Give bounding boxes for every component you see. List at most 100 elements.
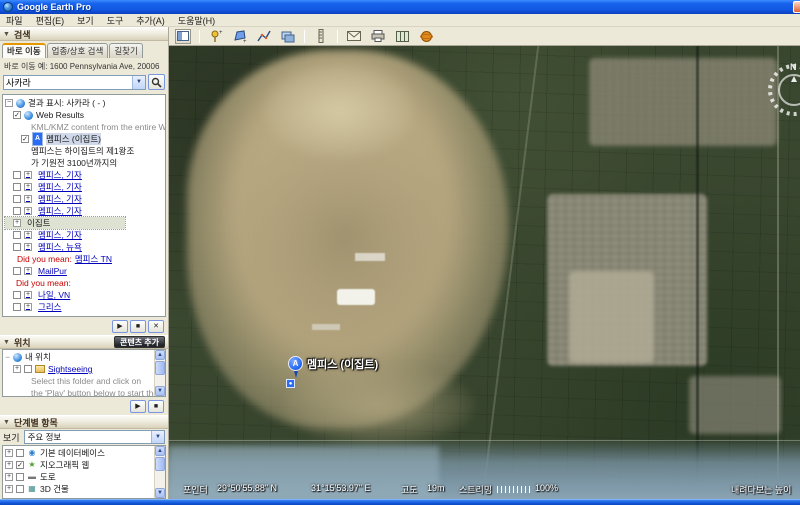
menu-item[interactable]: 도움말(H) [178, 14, 215, 27]
web-results-checkbox[interactable] [13, 111, 21, 119]
expander-icon[interactable]: + [24, 195, 32, 203]
result-label[interactable]: 멤피스, 뉴욕 [38, 241, 82, 253]
search-tab[interactable]: 길찾기 [109, 43, 143, 58]
view-in-google-maps-icon[interactable] [394, 29, 410, 44]
expander-icon[interactable]: + [24, 171, 32, 179]
add-path-icon[interactable] [256, 29, 272, 44]
layers-view-select[interactable]: 주요 정보 ▼ [23, 430, 165, 444]
menu-item[interactable]: 파일 [6, 14, 23, 27]
layer-checkbox[interactable] [16, 461, 24, 469]
result-checkbox[interactable] [21, 135, 29, 143]
stop-tour-button[interactable]: ■ [148, 399, 164, 413]
layer-row[interactable]: + ★ 지오그래픽 웹 [5, 459, 165, 471]
search-tab[interactable]: 업종/상호 검색 [46, 43, 109, 58]
expander-icon[interactable]: + [13, 365, 21, 373]
layer-checkbox[interactable] [16, 449, 24, 457]
expander-icon[interactable]: + [13, 219, 21, 227]
result-label[interactable]: 그리스 [38, 301, 61, 313]
result-checkbox[interactable] [13, 243, 21, 251]
search-result-row[interactable]: + 멤피스, 기자 [5, 205, 165, 217]
add-placemark-icon[interactable]: + [208, 29, 224, 44]
expander-icon[interactable]: + [24, 291, 32, 299]
menu-item[interactable]: 편집(E) [36, 14, 65, 27]
layer-row[interactable]: + ▦ 3D 건물 [5, 483, 165, 495]
result-label[interactable]: Did you mean: [16, 277, 71, 289]
expander-icon[interactable]: + [24, 243, 32, 251]
expander-icon[interactable]: + [24, 303, 32, 311]
places-tree[interactable]: − 내 위치 + Sightseeing Select this folder … [2, 349, 166, 397]
search-result-row[interactable]: + 멤피스, 뉴욕 [5, 241, 165, 253]
combo-dropdown-icon[interactable]: ▼ [151, 431, 164, 443]
expander-icon[interactable]: + [24, 231, 32, 239]
result-checkbox[interactable] [13, 171, 21, 179]
search-tab[interactable]: 바로 이동 [2, 43, 46, 58]
placemark-base-icon[interactable]: ● [286, 379, 295, 388]
add-image-overlay-icon[interactable] [280, 29, 296, 44]
search-results-list[interactable]: − 결과 표시: 사카라 ( - ) Web Results KML/KMZ c… [2, 94, 166, 317]
scroll-thumb[interactable] [155, 457, 165, 471]
sightseeing-checkbox[interactable] [24, 365, 32, 373]
expander-icon[interactable]: + [5, 449, 13, 457]
clear-results-button[interactable]: ✕ [148, 319, 164, 333]
taskbar-edge[interactable] [0, 499, 800, 505]
search-result-row[interactable]: + Did you mean: 멤피스 TN [5, 253, 165, 265]
layer-checkbox[interactable] [16, 485, 24, 493]
result-checkbox[interactable] [13, 291, 21, 299]
result-label[interactable]: 멤피스 TN [75, 253, 112, 265]
expander-icon[interactable]: + [5, 473, 13, 481]
search-result-row[interactable]: + 멤피스, 기자 [5, 193, 165, 205]
scroll-up-icon[interactable]: ▲ [155, 350, 165, 360]
layer-row[interactable]: + ◉ 기본 데이터베이스 [5, 447, 165, 459]
search-result-row[interactable]: + 멤피스, 기자 [5, 169, 165, 181]
window-close-button[interactable] [793, 1, 800, 13]
layer-row[interactable]: + ▬ 도로 [5, 471, 165, 483]
add-polygon-icon[interactable]: + [232, 29, 248, 44]
search-result-row[interactable]: + 그리스 [5, 301, 165, 313]
scroll-down-icon[interactable]: ▼ [155, 488, 165, 498]
result-checkbox[interactable] [13, 231, 21, 239]
result-checkbox[interactable] [13, 303, 21, 311]
result-checkbox[interactable] [13, 207, 21, 215]
expander-icon[interactable]: + [5, 461, 13, 469]
result-label[interactable]: 이집트 [27, 217, 50, 229]
combo-dropdown-icon[interactable]: ▼ [132, 75, 145, 89]
web-results-row[interactable]: Web Results [5, 109, 165, 121]
result-checkbox[interactable] [13, 195, 21, 203]
expander-icon[interactable]: + [24, 267, 32, 275]
places-scrollbar[interactable]: ▲ ▼ [154, 350, 165, 396]
sightseeing-label[interactable]: Sightseeing [48, 363, 92, 375]
play-tour-button[interactable]: ▶ [130, 399, 146, 413]
toggle-sidebar-icon[interactable] [175, 28, 191, 44]
result-label[interactable]: 멤피스, 기자 [38, 205, 82, 217]
result-label[interactable]: 멤피스, 기자 [38, 169, 82, 181]
layers-panel-header[interactable]: ▼ 단계별 항목 [0, 415, 168, 429]
title-bar[interactable]: Google Earth Pro [0, 0, 800, 14]
search-result-row[interactable]: + 나일, VN [5, 289, 165, 301]
expander-icon[interactable]: + [24, 183, 32, 191]
search-result-row[interactable]: + 멤피스, 기자 [5, 229, 165, 241]
results-root-row[interactable]: − 결과 표시: 사카라 ( - ) [5, 97, 165, 109]
search-button[interactable] [148, 74, 165, 90]
add-content-button[interactable]: 콘텐츠 추가 [113, 336, 165, 348]
result-label[interactable]: 멤피스, 기자 [38, 193, 82, 205]
result-label[interactable]: MailPur [38, 265, 67, 277]
email-icon[interactable] [346, 29, 362, 44]
scroll-up-icon[interactable]: ▲ [155, 446, 165, 456]
switch-to-sky-icon[interactable] [418, 29, 434, 44]
selected-result-row[interactable]: A 멤피스 (이집트) [5, 132, 165, 146]
result-label[interactable]: 멤피스, 기자 [38, 181, 82, 193]
places-panel-header[interactable]: ▼ 위치 콘텐츠 추가 [0, 335, 168, 349]
layers-tree[interactable]: + ◉ 기본 데이터베이스 + ★ 지오그래픽 웹 + ▬ 도로 [2, 445, 166, 499]
expander-icon[interactable]: + [24, 207, 32, 215]
result-checkbox[interactable] [13, 183, 21, 191]
expander-icon[interactable]: − [5, 99, 13, 107]
scroll-thumb[interactable] [155, 361, 165, 375]
result-label[interactable]: 나일, VN [38, 289, 70, 301]
expander-icon[interactable]: + [5, 485, 13, 493]
search-input[interactable] [4, 75, 132, 89]
result-label[interactable]: 멤피스, 기자 [38, 229, 82, 241]
play-tour-button[interactable]: ▶ [112, 319, 128, 333]
result-checkbox[interactable] [13, 267, 21, 275]
search-result-row[interactable]: + 이집트 [4, 216, 126, 230]
compass-navigation[interactable]: N [762, 58, 800, 122]
